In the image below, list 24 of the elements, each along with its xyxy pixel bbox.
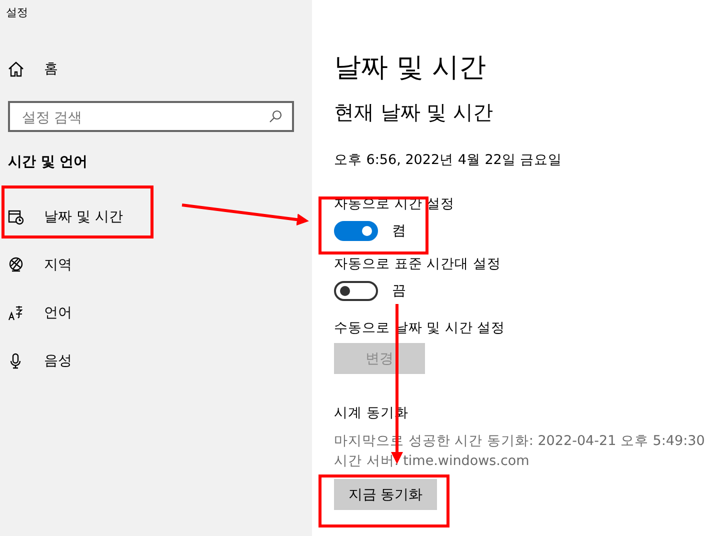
sidebar-item[interactable]: 날짜 및 시간 — [0, 205, 312, 229]
language-icon — [8, 305, 24, 321]
toggle-state: 끔 — [392, 282, 406, 300]
section-title: 현재 날짜 및 시간 — [334, 99, 494, 126]
sidebar-item[interactable]: 지역 — [0, 253, 312, 277]
globe-icon — [8, 257, 24, 273]
section-heading: 시간 및 언어 — [8, 153, 89, 171]
toggle-state: 켬 — [392, 222, 406, 240]
setting-label: 자동으로 표준 시간대 설정 — [334, 255, 502, 273]
current-date-time: 오후 6:56, 2022년 4월 22일 금요일 — [334, 151, 564, 169]
toggle-switch[interactable] — [334, 281, 378, 301]
toggle-switch[interactable] — [334, 221, 378, 241]
home-nav-item[interactable]: 홈 — [0, 57, 312, 81]
sidebar-item[interactable]: 언어 — [0, 301, 312, 325]
search-icon — [269, 110, 282, 123]
sync-now-button[interactable]: 지금 동기화 — [334, 479, 437, 510]
page-title: 날짜 및 시간 — [334, 51, 488, 85]
window-title: 설정 — [5, 5, 29, 20]
search-field[interactable]: 설정 검색 — [20, 108, 269, 126]
calendar-clock-icon — [8, 209, 24, 225]
home-icon — [8, 61, 24, 77]
search-box[interactable]: 설정 검색 — [8, 101, 294, 132]
time-server-text: 시간 서버: time.windows.com — [334, 452, 530, 470]
sidebar-item[interactable]: 음성 — [0, 349, 312, 373]
